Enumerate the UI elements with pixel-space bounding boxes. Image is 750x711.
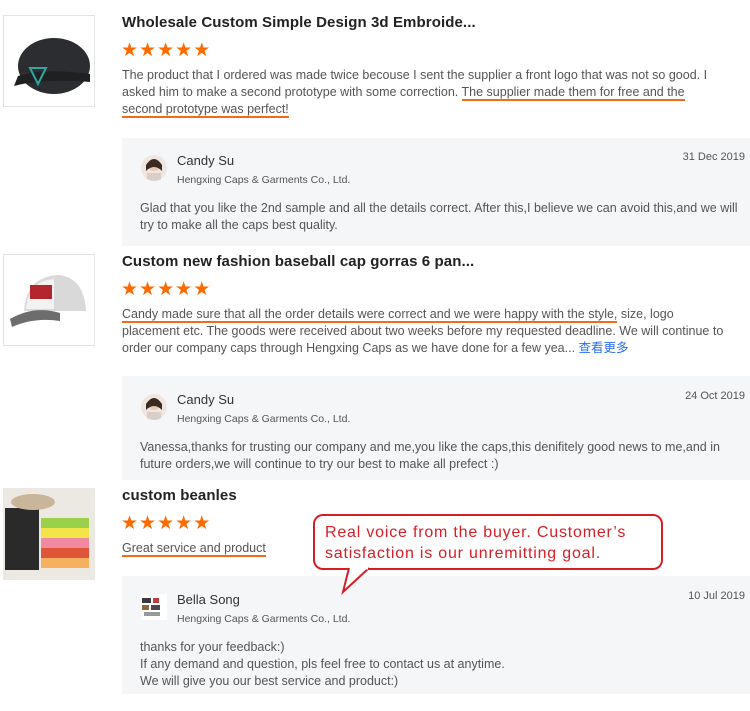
star-icon: ★ — [175, 279, 193, 300]
star-icon: ★ — [193, 513, 211, 534]
star-rating: ★ ★ ★ ★ ★ — [121, 514, 210, 533]
reply-text: Vanessa,thanks for trusting our company … — [140, 440, 720, 471]
avatar-icon — [141, 394, 167, 420]
product-thumbnail[interactable] — [3, 254, 95, 346]
star-icon: ★ — [193, 40, 211, 61]
star-icon: ★ — [175, 513, 193, 534]
star-icon: ★ — [157, 513, 175, 534]
star-icon: ★ — [175, 40, 193, 61]
avatar-icon — [141, 594, 167, 620]
star-icon: ★ — [139, 40, 157, 61]
star-icon: ★ — [121, 279, 139, 300]
review-text: Candy made sure that all the order detai… — [122, 306, 732, 357]
cap-image — [10, 275, 86, 327]
reply-company: Hengxing Caps & Garments Co., Ltd. — [177, 613, 351, 625]
product-title[interactable]: Custom new fashion baseball cap gorras 6… — [122, 253, 474, 270]
star-icon: ★ — [121, 513, 139, 534]
reply-date: 31 Dec 2019 — [682, 151, 745, 163]
star-icon: ★ — [157, 279, 175, 300]
star-icon: ★ — [157, 40, 175, 61]
reply-author: Candy Su — [177, 392, 235, 407]
reply-author: Bella Song — [177, 592, 240, 607]
product-title[interactable]: Wholesale Custom Simple Design 3d Embroi… — [122, 14, 476, 31]
see-more-link[interactable]: 查看更多 — [579, 341, 629, 355]
star-icon: ★ — [193, 279, 211, 300]
review-text: The product that I ordered was made twic… — [122, 67, 726, 118]
product-thumbnail[interactable] — [3, 488, 95, 580]
reply-date: 24 Oct 2019 — [685, 390, 745, 402]
star-rating: ★ ★ ★ ★ ★ — [121, 41, 210, 60]
callout-pointer — [341, 566, 370, 596]
reply-date: 10 Jul 2019 — [688, 590, 745, 602]
callout-text: Real voice from the buyer. Customer’s sa… — [325, 524, 627, 562]
reply-company: Hengxing Caps & Garments Co., Ltd. — [177, 174, 351, 186]
product-title[interactable]: custom beanles — [122, 487, 237, 504]
cap-image — [14, 38, 90, 94]
star-icon: ★ — [139, 513, 157, 534]
star-icon: ★ — [139, 279, 157, 300]
promo-callout: Real voice from the buyer. Customer’s sa… — [313, 514, 663, 570]
seller-reply: Candy Su Hengxing Caps & Garments Co., L… — [122, 138, 750, 246]
reply-author: Candy Su — [177, 153, 235, 168]
beanies-image — [3, 488, 95, 580]
star-rating: ★ ★ ★ ★ ★ — [121, 280, 210, 299]
product-thumbnail[interactable] — [3, 15, 95, 107]
review-highlight: Candy made sure that all the order detai… — [122, 307, 618, 323]
seller-reply: Candy Su Hengxing Caps & Garments Co., L… — [122, 376, 750, 480]
reply-text-line: thanks for your feedback:) — [140, 640, 285, 654]
star-icon: ★ — [121, 40, 139, 61]
seller-reply: Bella Song Hengxing Caps & Garments Co.,… — [122, 576, 750, 694]
reply-company: Hengxing Caps & Garments Co., Ltd. — [177, 413, 351, 425]
review-highlight: Great service and product — [122, 541, 266, 557]
reply-text-line: We will give you our best service and pr… — [140, 674, 399, 688]
reply-text-line: If any demand and question, pls feel fre… — [140, 657, 505, 671]
reply-text: Glad that you like the 2nd sample and al… — [140, 201, 738, 232]
avatar-icon — [141, 155, 167, 181]
